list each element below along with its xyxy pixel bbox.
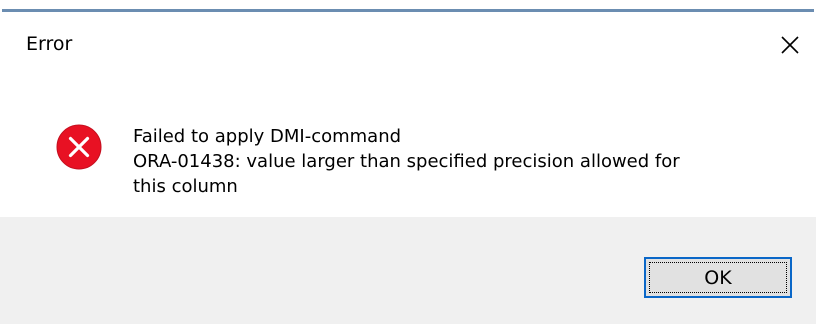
message-line-2: ORA-01438: value larger than specified p… bbox=[133, 151, 680, 172]
window-title: Error bbox=[26, 33, 73, 55]
error-dialog: Error Failed to apply DMI-command ORA-01… bbox=[0, 0, 816, 324]
ok-button[interactable]: OK bbox=[644, 257, 792, 298]
title-bar[interactable]: Error bbox=[0, 13, 816, 79]
window-top-border bbox=[0, 0, 816, 13]
error-icon bbox=[55, 123, 103, 171]
message-line-3: this column bbox=[133, 176, 238, 197]
close-button[interactable] bbox=[770, 25, 810, 65]
ok-button-label: OK bbox=[704, 266, 732, 289]
message-line-1: Failed to apply DMI-command bbox=[133, 126, 402, 147]
close-icon bbox=[781, 36, 799, 54]
dialog-footer: OK bbox=[0, 217, 816, 324]
error-message: Failed to apply DMI-command ORA-01438: v… bbox=[133, 124, 793, 199]
dialog-body: Failed to apply DMI-command ORA-01438: v… bbox=[0, 79, 816, 217]
